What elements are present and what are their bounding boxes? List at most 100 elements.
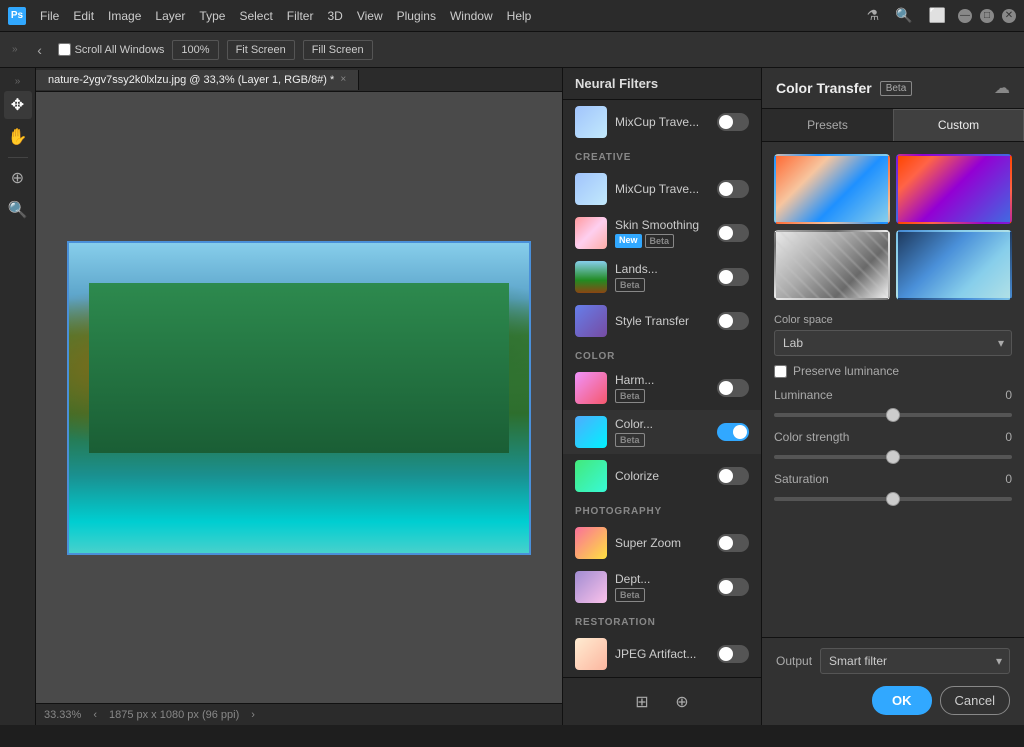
tab-close-button[interactable]: × [340,74,346,85]
badge-beta-depth: Beta [615,588,645,602]
menu-item-file[interactable]: File [34,7,65,25]
filter-item-colorize[interactable]: Colorize [563,454,761,498]
filter-name-landscape: Lands... [615,262,709,276]
document-tab[interactable]: nature-2ygv7ssy2k0lxlzu.jpg @ 33,3% (Lay… [36,70,359,90]
canvas-content[interactable] [36,92,562,703]
ct-body[interactable]: Color space Lab RGB HSL Preserve luminan… [762,142,1024,637]
panels-icon[interactable]: ⬜ [925,5,950,26]
preset-thumb-2[interactable] [896,154,1012,224]
filter-thumb-landscape [575,261,607,293]
menu-item-type[interactable]: Type [193,7,231,25]
filter-item-color[interactable]: Color... Beta [563,410,761,454]
menu-item-filter[interactable]: Filter [281,7,320,25]
filter-item-jpeg[interactable]: JPEG Artifact... [563,632,761,676]
preserve-luminance-checkbox[interactable] [774,365,787,378]
menu-bar: FileEditImageLayerTypeSelectFilter3DView… [34,7,537,25]
preset-thumb-4[interactable] [896,230,1012,300]
ok-button[interactable]: OK [872,686,932,715]
preset-thumb-3[interactable] [774,230,890,300]
fill-screen-button[interactable]: Fill Screen [303,40,373,60]
filter-item-mixcup[interactable]: MixCup Trave... [563,100,761,144]
minimize-button[interactable]: — [958,9,972,23]
filter-toggle-skin[interactable] [717,224,749,242]
tab-bar: nature-2ygv7ssy2k0lxlzu.jpg @ 33,3% (Lay… [36,68,562,92]
search-icon[interactable]: 🔍 [891,5,916,26]
preset-thumb-1[interactable] [774,154,890,224]
fit-screen-button[interactable]: Fit Screen [227,40,295,60]
filter-name-skin: Skin Smoothing [615,218,709,232]
filter-item-skin[interactable]: Skin Smoothing NewBeta [563,211,761,255]
cancel-button[interactable]: Cancel [940,686,1010,715]
filter-toggle-mixcup[interactable] [717,113,749,131]
zoom-in-tool[interactable]: ⊕ [4,164,32,192]
zoom-out-tool[interactable]: 🔍 [4,196,32,224]
output-select[interactable]: Smart filter New layer Current layer [820,648,1010,674]
filter-item-depth[interactable]: Dept... Beta [563,565,761,609]
color-strength-slider[interactable] [774,455,1012,459]
compare-icon[interactable]: ⊞ [628,688,656,716]
filter-toggle-color[interactable] [717,423,749,441]
color-space-select[interactable]: Lab RGB HSL [774,330,1012,356]
filter-name-mixcup: MixCup Trave... [615,115,709,129]
menu-item-edit[interactable]: Edit [67,7,100,25]
filter-item-makeup[interactable]: MixCup Trave... [563,167,761,211]
scroll-all-windows-check[interactable]: Scroll All Windows [58,43,165,56]
neural-filters-scroll[interactable]: MixCup Trave... CREATIVE MixCup Trave...… [563,100,761,677]
filter-name-harmony: Harm... [615,373,709,387]
menu-item-select[interactable]: Select [233,7,278,25]
luminance-value: 0 [1005,388,1012,402]
nav-right[interactable]: › [251,709,255,721]
color-space-label: Color space [774,314,1012,326]
saturation-slider[interactable] [774,497,1012,501]
ct-tabs: Presets Custom [762,109,1024,142]
filter-toggle-landscape[interactable] [717,268,749,286]
tab-custom[interactable]: Custom [893,109,1024,141]
menu-item-plugins[interactable]: Plugins [391,7,442,25]
ct-cloud-icon[interactable]: ☁ [994,78,1010,98]
ct-header: Color Transfer Beta ☁ [762,68,1024,109]
menu-item-help[interactable]: Help [501,7,538,25]
layers-icon[interactable]: ⊕ [668,688,696,716]
filter-item-superzoom[interactable]: Super Zoom [563,521,761,565]
filter-toggle-style[interactable] [717,312,749,330]
filter-info-skin: Skin Smoothing NewBeta [615,218,709,248]
tab-presets[interactable]: Presets [762,109,893,141]
filter-toggle-colorize[interactable] [717,467,749,485]
badge-beta-landscape: Beta [615,278,645,292]
menu-item-image[interactable]: Image [102,7,147,25]
menu-item-3d[interactable]: 3D [321,7,348,25]
back-button[interactable]: ‹ [30,40,50,60]
output-select-wrapper: Smart filter New layer Current layer [820,648,1010,674]
toolbox-expand[interactable]: » [11,76,25,87]
filter-item-style[interactable]: Style Transfer [563,299,761,343]
filter-toggle-superzoom[interactable] [717,534,749,552]
labs-icon[interactable]: ⚗ [863,5,884,26]
color-strength-section: Color strength 0 [774,430,1012,462]
filter-section-photography: PHOTOGRAPHY [563,498,761,521]
filter-info-landscape: Lands... Beta [615,262,709,292]
toolbar-expand-left[interactable]: » [8,44,22,55]
menu-item-layer[interactable]: Layer [149,7,191,25]
menu-item-view[interactable]: View [351,7,389,25]
luminance-slider[interactable] [774,413,1012,417]
filter-item-landscape[interactable]: Lands... Beta [563,255,761,299]
scroll-all-checkbox[interactable] [58,43,71,56]
filter-toggle-harmony[interactable] [717,379,749,397]
maximize-button[interactable]: □ [980,9,994,23]
menu-item-window[interactable]: Window [444,7,499,25]
filter-info-harmony: Harm... Beta [615,373,709,403]
canvas-area: nature-2ygv7ssy2k0lxlzu.jpg @ 33,3% (Lay… [36,68,562,725]
move-tool[interactable]: ✥ [4,91,32,119]
filter-toggle-depth[interactable] [717,578,749,596]
close-button[interactable]: ✕ [1002,9,1016,23]
filter-name-color: Color... [615,417,709,431]
zoom-value-button[interactable]: 100% [172,40,218,60]
nav-left[interactable]: ‹ [93,709,97,721]
filter-info-colorize: Colorize [615,469,709,483]
filter-item-harmony[interactable]: Harm... Beta [563,366,761,410]
filter-name-superzoom: Super Zoom [615,536,709,550]
filter-toggle-jpeg[interactable] [717,645,749,663]
hand-tool[interactable]: ✋ [4,123,32,151]
filter-toggle-makeup[interactable] [717,180,749,198]
badge-new-skin: New [615,234,642,248]
